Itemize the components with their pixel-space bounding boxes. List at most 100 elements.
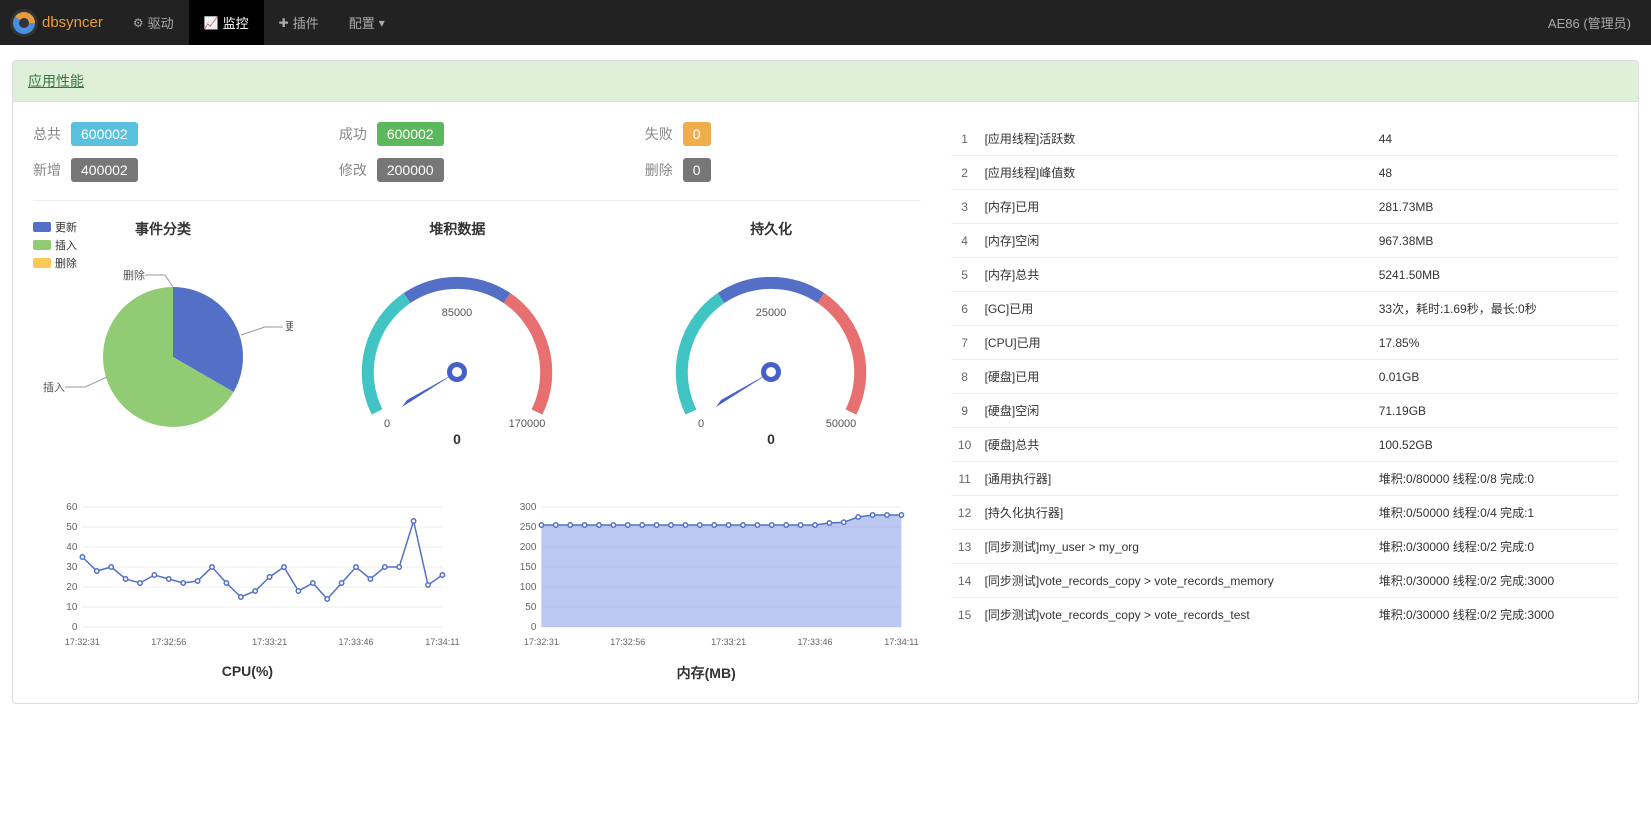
- cpu-chart-box: 010203040506017:32:3117:32:5617:33:2117:…: [33, 497, 462, 683]
- row-key: [GC]已用: [979, 292, 1373, 326]
- nav-monitor[interactable]: 📈 监控: [189, 0, 264, 45]
- row-value: 堆积:0/30000 线程:0/2 完成:0: [1373, 530, 1618, 564]
- legend-swatch: [33, 222, 51, 232]
- table-row: 5[内存]总共5241.50MB: [951, 258, 1618, 292]
- pie-chart-box: 更新 插入 删除 事件分类: [33, 219, 293, 447]
- logo[interactable]: dbsyncer: [10, 9, 103, 37]
- stat-label: 成功: [339, 124, 369, 144]
- nav-label: 监控: [223, 13, 249, 32]
- row-key: [同步测试]vote_records_copy > vote_records_m…: [979, 564, 1373, 598]
- table-row: 11[通用执行器]堆积:0/80000 线程:0/8 完成:0: [951, 462, 1618, 496]
- legend-insert[interactable]: 插入: [33, 237, 77, 253]
- gauge-value: 0: [767, 431, 775, 447]
- stat-value: 600002: [71, 122, 138, 146]
- row-key: [应用线程]活跃数: [979, 122, 1373, 156]
- row-value: 0.01GB: [1373, 360, 1618, 394]
- svg-text:0: 0: [531, 622, 537, 633]
- legend-label: 更新: [55, 219, 77, 235]
- stats-row-2: 新增 400002 修改 200000 删除 0: [33, 158, 921, 182]
- gauge-value: 0: [453, 431, 461, 447]
- pie-label-update: 更新: [285, 319, 293, 333]
- gauge-title: 堆积数据: [308, 219, 607, 239]
- row-index: 2: [951, 156, 979, 190]
- row-value: 33次，耗时:1.69秒，最长:0秒: [1373, 292, 1618, 326]
- row-value: 100.52GB: [1373, 428, 1618, 462]
- stat-label: 总共: [33, 124, 63, 144]
- svg-text:17:32:31: 17:32:31: [65, 637, 100, 647]
- row-key: [硬盘]总共: [979, 428, 1373, 462]
- svg-text:30: 30: [66, 562, 78, 573]
- row-index: 6: [951, 292, 979, 326]
- row-value: 967.38MB: [1373, 224, 1618, 258]
- cpu-title: CPU(%): [33, 663, 462, 679]
- svg-text:0: 0: [72, 622, 78, 633]
- gauge-queue-box: 堆积数据 0 85000 170000: [308, 219, 607, 447]
- row-index: 4: [951, 224, 979, 258]
- row-index: 3: [951, 190, 979, 224]
- stat-delete: 删除 0: [645, 158, 921, 182]
- svg-text:10: 10: [66, 602, 78, 613]
- stat-label: 新增: [33, 160, 63, 180]
- row-key: [内存]总共: [979, 258, 1373, 292]
- nav-label: 驱动: [148, 13, 174, 32]
- nav-user[interactable]: AE86 (管理员): [1548, 13, 1641, 32]
- table-row: 9[硬盘]空闲71.19GB: [951, 394, 1618, 428]
- legend-delete[interactable]: 删除: [33, 255, 77, 271]
- table-row: 8[硬盘]已用0.01GB: [951, 360, 1618, 394]
- mem-chart-svg: 05010015020025030017:32:3117:32:5617:33:…: [492, 497, 921, 657]
- row-index: 9: [951, 394, 979, 428]
- row-value: 17.85%: [1373, 326, 1618, 360]
- table-row: 15[同步测试]vote_records_copy > vote_records…: [951, 598, 1618, 632]
- row-index: 1: [951, 122, 979, 156]
- plugin-icon: ✚: [279, 16, 289, 30]
- row-key: [应用线程]峰值数: [979, 156, 1373, 190]
- stat-fail: 失败 0: [645, 122, 921, 146]
- svg-text:40: 40: [66, 542, 78, 553]
- row-value: 281.73MB: [1373, 190, 1618, 224]
- table-row: 13[同步测试]my_user > my_org堆积:0/30000 线程:0/…: [951, 530, 1618, 564]
- metrics-table: 1[应用线程]活跃数442[应用线程]峰值数483[内存]已用281.73MB4…: [951, 122, 1618, 631]
- pie-svg: 更新 插入 删除: [33, 247, 293, 447]
- row-value: 堆积:0/80000 线程:0/8 完成:0: [1373, 462, 1618, 496]
- stat-success: 成功 600002: [339, 122, 615, 146]
- svg-text:17:33:21: 17:33:21: [711, 637, 746, 647]
- legend-update[interactable]: 更新: [33, 219, 77, 235]
- legend-swatch: [33, 240, 51, 250]
- table-row: 7[CPU]已用17.85%: [951, 326, 1618, 360]
- gauge-max: 50000: [826, 418, 857, 430]
- panel-header: 应用性能: [13, 61, 1638, 102]
- navbar: dbsyncer ⚙ 驱动 📈 监控 ✚ 插件 配置 ▾ AE86 (管理员): [0, 0, 1651, 45]
- gauge-min: 0: [698, 418, 704, 430]
- row-value: 堆积:0/30000 线程:0/2 完成:3000: [1373, 564, 1618, 598]
- table-row: 4[内存]空闲967.38MB: [951, 224, 1618, 258]
- svg-text:17:32:56: 17:32:56: [151, 637, 186, 647]
- cpu-chart-svg: 010203040506017:32:3117:32:5617:33:2117:…: [33, 497, 462, 657]
- nav-config[interactable]: 配置 ▾: [334, 0, 400, 45]
- row-key: [硬盘]空闲: [979, 394, 1373, 428]
- stat-value: 200000: [377, 158, 444, 182]
- pie-legend: 更新 插入 删除: [33, 219, 77, 273]
- stat-label: 修改: [339, 160, 369, 180]
- row-index: 8: [951, 360, 979, 394]
- stat-label: 删除: [645, 160, 675, 180]
- svg-text:250: 250: [520, 522, 537, 533]
- dashboard-icon: ⚙: [133, 16, 144, 30]
- svg-text:50: 50: [525, 602, 537, 613]
- legend-swatch: [33, 258, 51, 268]
- gauge-min: 0: [384, 418, 390, 430]
- divider: [33, 200, 921, 201]
- gauge-max: 170000: [509, 418, 546, 430]
- nav-plugin[interactable]: ✚ 插件: [264, 0, 334, 45]
- stat-total: 总共 600002: [33, 122, 309, 146]
- svg-text:300: 300: [520, 502, 537, 513]
- row-index: 15: [951, 598, 979, 632]
- stat-value: 400002: [71, 158, 138, 182]
- left-column: 总共 600002 成功 600002 失败 0 新增 40 0 0: [33, 122, 921, 683]
- svg-text:17:33:21: 17:33:21: [252, 637, 287, 647]
- panel-title-link[interactable]: 应用性能: [28, 73, 84, 89]
- svg-text:200: 200: [520, 542, 537, 553]
- nav-driver[interactable]: ⚙ 驱动: [118, 0, 189, 45]
- row-key: [内存]空闲: [979, 224, 1373, 258]
- row-index: 11: [951, 462, 979, 496]
- svg-text:17:33:46: 17:33:46: [338, 637, 373, 647]
